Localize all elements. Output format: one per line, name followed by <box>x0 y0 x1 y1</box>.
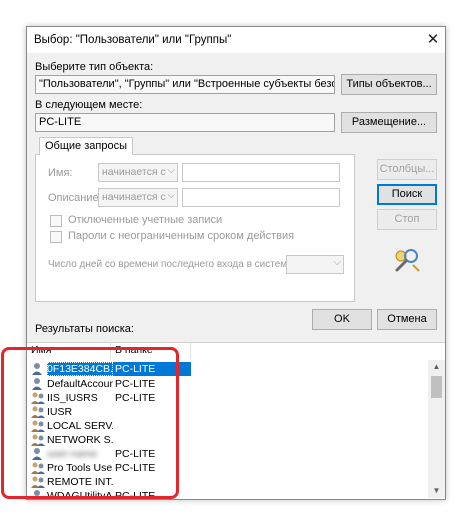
object-type-label: Выберите тип объекта: <box>35 61 154 73</box>
disabled-accounts-label: Отключенные учетные записи <box>68 214 223 226</box>
name-input[interactable] <box>182 163 340 182</box>
group-icon <box>31 420 45 432</box>
group-icon <box>31 392 45 404</box>
days-since-logon-combo[interactable]: ⌵ <box>286 255 344 274</box>
search-people-icon <box>395 249 420 272</box>
scroll-thumb[interactable] <box>431 376 442 398</box>
name-label: Имя: <box>48 167 73 179</box>
select-users-groups-dialog: Выбор: "Пользователи" или "Группы" ✕ Выб… <box>26 26 446 500</box>
search-results-label: Результаты поиска: <box>35 323 134 335</box>
table-row[interactable]: NETWORK S... <box>31 433 427 447</box>
table-row[interactable]: LOCAL SERV... <box>31 419 427 433</box>
group-icon <box>31 406 45 418</box>
row-folder <box>113 405 191 419</box>
name-match-combo[interactable]: начинается с ⌵ <box>98 163 178 182</box>
table-row[interactable]: WDAGUtilityA... PC-LITE <box>31 489 427 499</box>
table-row[interactable]: IUSR <box>31 405 427 419</box>
row-name: REMOTE INT... <box>47 476 113 488</box>
description-input[interactable] <box>182 188 340 207</box>
table-row[interactable]: 0F13E384CB... PC-LITE <box>31 362 427 376</box>
days-since-logon-label: Число дней со времени последнего входа в… <box>48 259 296 270</box>
table-row[interactable]: IIS_IUSRS PC-LITE <box>31 391 427 405</box>
table-row[interactable]: user-name PC-LITE <box>31 447 427 461</box>
user-icon <box>32 378 42 390</box>
row-folder <box>113 419 191 433</box>
row-folder <box>113 475 191 489</box>
row-name: DefaultAccount <box>47 378 113 390</box>
scroll-down-icon[interactable]: ▼ <box>428 484 445 498</box>
table-row[interactable]: DefaultAccount PC-LITE <box>31 377 427 391</box>
search-button[interactable]: Поиск <box>377 184 437 205</box>
description-label: Описание: <box>48 192 102 204</box>
user-icon <box>32 363 42 375</box>
object-types-button[interactable]: Типы объектов... <box>341 74 437 95</box>
column-header-folder[interactable]: В папке <box>111 343 191 359</box>
row-name: LOCAL SERV... <box>47 420 113 432</box>
columns-button[interactable]: Столбцы... <box>377 159 437 180</box>
ok-button[interactable]: OK <box>312 309 372 330</box>
title-bar: Выбор: "Пользователи" или "Группы" ✕ <box>27 27 445 53</box>
object-type-field: "Пользователи", "Группы" или "Встроенные… <box>35 75 335 94</box>
row-folder: PC-LITE <box>115 462 156 474</box>
row-name: Pro Tools Use... <box>47 462 113 474</box>
non-expiring-password-checkbox[interactable] <box>50 231 62 243</box>
scroll-up-icon[interactable]: ▲ <box>428 360 445 374</box>
table-row[interactable]: Pro Tools Use... PC-LITE <box>31 461 427 475</box>
tab-common-queries[interactable]: Общие запросы <box>39 137 133 155</box>
location-field: PC-LITE <box>35 113 335 132</box>
chevron-down-icon: ⌵ <box>333 257 341 268</box>
row-name: IUSR <box>47 406 73 418</box>
row-name: IIS_IUSRS <box>47 392 98 404</box>
disabled-accounts-checkbox[interactable] <box>50 215 62 227</box>
column-header-name[interactable]: Имя <box>27 343 111 359</box>
row-name: 0F13E384CB... <box>47 362 113 376</box>
user-icon <box>34 490 40 499</box>
group-icon <box>31 434 45 446</box>
description-match-value: начинается с <box>102 191 166 203</box>
stop-button[interactable]: Стоп <box>377 209 437 230</box>
close-icon[interactable]: ✕ <box>421 27 445 53</box>
user-icon <box>32 448 42 460</box>
row-name: NETWORK S... <box>47 434 113 446</box>
row-folder <box>113 433 191 447</box>
table-row[interactable]: REMOTE INT... <box>31 475 427 489</box>
chevron-down-icon: ⌵ <box>167 190 175 201</box>
location-label: В следующем месте: <box>35 99 143 111</box>
locations-button[interactable]: Размещение... <box>341 112 437 133</box>
results-scrollbar[interactable]: ▲ ▼ <box>428 360 445 498</box>
row-name: WDAGUtilityA... <box>47 490 113 499</box>
chevron-down-icon: ⌵ <box>167 165 175 176</box>
non-expiring-password-label: Пароли с неограниченным сроком действия <box>68 230 295 242</box>
group-icon <box>31 462 45 474</box>
row-folder: PC-LITE <box>115 392 156 404</box>
common-queries-panel: Имя: начинается с ⌵ Описание: начинается… <box>35 154 355 302</box>
row-folder: PC-LITE <box>115 490 156 499</box>
row-folder: PC-LITE <box>115 378 156 390</box>
name-match-value: начинается с <box>102 166 166 178</box>
group-icon <box>31 476 45 488</box>
row-folder: PC-LITE <box>113 362 191 376</box>
description-match-combo[interactable]: начинается с ⌵ <box>98 188 178 207</box>
cancel-button[interactable]: Отмена <box>377 309 437 330</box>
row-name-blurred: user-name <box>47 448 98 460</box>
search-results-list[interactable]: Имя В папке 0F13E384CB... PC-LITE Defaul… <box>27 342 445 499</box>
window-title: Выбор: "Пользователи" или "Группы" <box>34 34 232 46</box>
row-folder: PC-LITE <box>115 448 156 460</box>
